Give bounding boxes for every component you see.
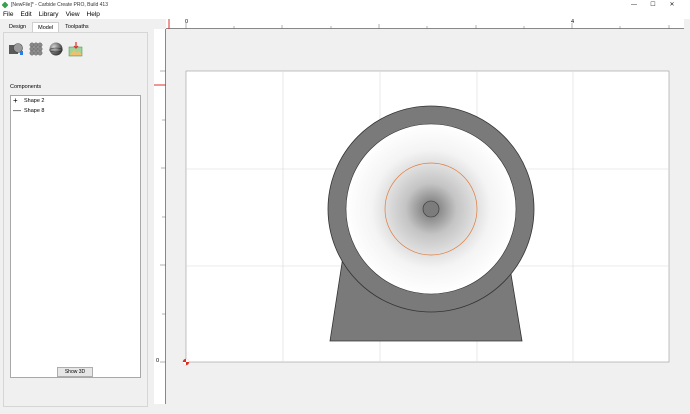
tab-model[interactable]: Model: [32, 22, 60, 32]
model-viewport[interactable]: [167, 30, 684, 404]
extrude-shape-icon[interactable]: [8, 41, 24, 57]
minimize-button[interactable]: —: [626, 0, 642, 9]
left-panel: Design Model Toolpaths Components + Shap…: [0, 19, 152, 414]
maximize-button[interactable]: ☐: [645, 0, 661, 9]
minus-icon: —: [13, 106, 21, 115]
menu-help[interactable]: Help: [87, 11, 100, 18]
panel-tabs: Design Model Toolpaths: [3, 22, 95, 32]
tab-design[interactable]: Design: [3, 22, 32, 32]
menu-view[interactable]: View: [66, 11, 80, 18]
ruler-ticks-horizontal: [168, 19, 670, 29]
component-label: Shape 8: [24, 108, 45, 114]
ruler-ticks-vertical: [154, 70, 166, 363]
shape-center-boss[interactable]: [422, 200, 440, 218]
title-bar: [NewFile]* - Carbide Create PRO, Build 4…: [0, 0, 690, 9]
show-3d-button[interactable]: Show 3D: [57, 367, 93, 377]
ruler-label-0-vertical: 0: [156, 358, 160, 364]
menu-library[interactable]: Library: [39, 11, 59, 18]
component-item[interactable]: + Shape 2: [11, 96, 140, 106]
carbide-app-icon: [1, 1, 9, 8]
texture-icon[interactable]: [28, 41, 44, 57]
component-item[interactable]: — Shape 8: [11, 106, 140, 116]
components-list: + Shape 2 — Shape 8: [10, 95, 141, 378]
origin-marker-icon: [182, 358, 190, 366]
sphere-icon[interactable]: [48, 41, 64, 57]
close-button[interactable]: ✕: [664, 0, 680, 9]
ruler-vertical: 0: [154, 29, 166, 404]
ruler-label-0: 0: [185, 19, 189, 25]
menu-file[interactable]: File: [3, 11, 13, 18]
menu-bar: File Edit Library View Help: [0, 9, 690, 19]
ruler-horizontal: 0 4: [166, 19, 684, 29]
import-model-icon[interactable]: [68, 41, 84, 57]
component-label: Shape 2: [24, 98, 45, 104]
plus-icon: +: [13, 96, 18, 105]
components-label: Components: [10, 84, 42, 90]
tab-toolpaths[interactable]: Toolpaths: [59, 22, 95, 32]
window-title: [NewFile]* - Carbide Create PRO, Build 4…: [11, 1, 108, 8]
menu-edit[interactable]: Edit: [20, 11, 31, 18]
design-canvas[interactable]: [167, 30, 684, 404]
model-toolbar: [8, 41, 84, 57]
ruler-label-4: 4: [571, 19, 575, 25]
